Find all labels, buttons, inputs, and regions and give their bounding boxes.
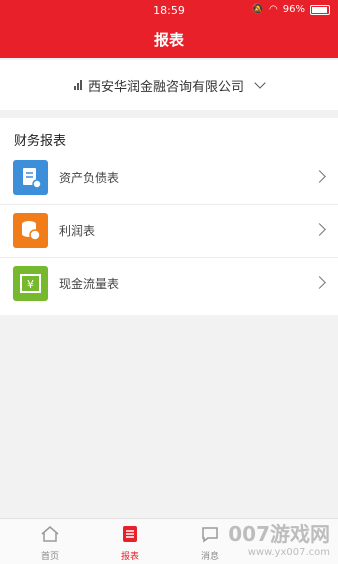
home-icon	[41, 526, 59, 542]
report-item-balance-sheet[interactable]: 资产负债表	[0, 152, 338, 204]
page-title: 报表	[153, 31, 184, 49]
battery-icon	[310, 4, 330, 15]
chevron-down-icon	[254, 76, 266, 89]
message-icon	[202, 527, 218, 543]
cash-flow-icon: ¥	[13, 266, 48, 301]
wifi-icon: ◠	[269, 4, 278, 15]
bar-chart-icon	[73, 80, 82, 90]
report-label: 利润表	[59, 224, 96, 238]
section-title: 财务报表	[14, 134, 67, 149]
report-item-profit[interactable]: 利润表	[0, 205, 338, 257]
report-item-cash-flow[interactable]: ¥ 现金流量表	[0, 258, 338, 310]
status-icons: 🔕 ◠ 96%	[252, 4, 330, 15]
profit-icon	[13, 213, 48, 248]
tab-home[interactable]: 首页	[20, 525, 80, 562]
balance-sheet-icon	[13, 160, 48, 195]
watermark-line2: www.yx007.com	[247, 547, 330, 558]
chevron-right-icon	[313, 170, 326, 183]
battery-percent: 96%	[282, 4, 305, 15]
company-name: 西安华润金融咨询有限公司	[87, 79, 244, 95]
report-label: 资产负债表	[59, 171, 120, 185]
tab-reports[interactable]: 报表	[100, 525, 160, 562]
financial-reports-section: 财务报表 资产负债表 利润表 ¥ 现金流量表	[0, 118, 338, 315]
report-label: 现金流量表	[59, 277, 120, 291]
svg-text:¥: ¥	[27, 278, 34, 291]
watermark: 007游戏网 www.yx007.com	[228, 518, 330, 558]
status-bar: 18:59 🔕 ◠ 96%	[0, 0, 338, 22]
tab-bar: 首页 报表 消息 007游戏网 www.yx007.com	[0, 518, 338, 564]
app-header: 18:59 🔕 ◠ 96% 报表	[0, 0, 338, 58]
report-icon	[123, 526, 137, 542]
chevron-right-icon	[313, 223, 326, 236]
chevron-right-icon	[313, 276, 326, 289]
tab-label: 首页	[40, 552, 59, 562]
mute-icon: 🔕	[251, 4, 265, 15]
tab-label: 报表	[120, 552, 139, 562]
company-selector[interactable]: 西安华润金融咨询有限公司	[0, 60, 338, 110]
watermark-line1: 007游戏网	[228, 522, 330, 546]
